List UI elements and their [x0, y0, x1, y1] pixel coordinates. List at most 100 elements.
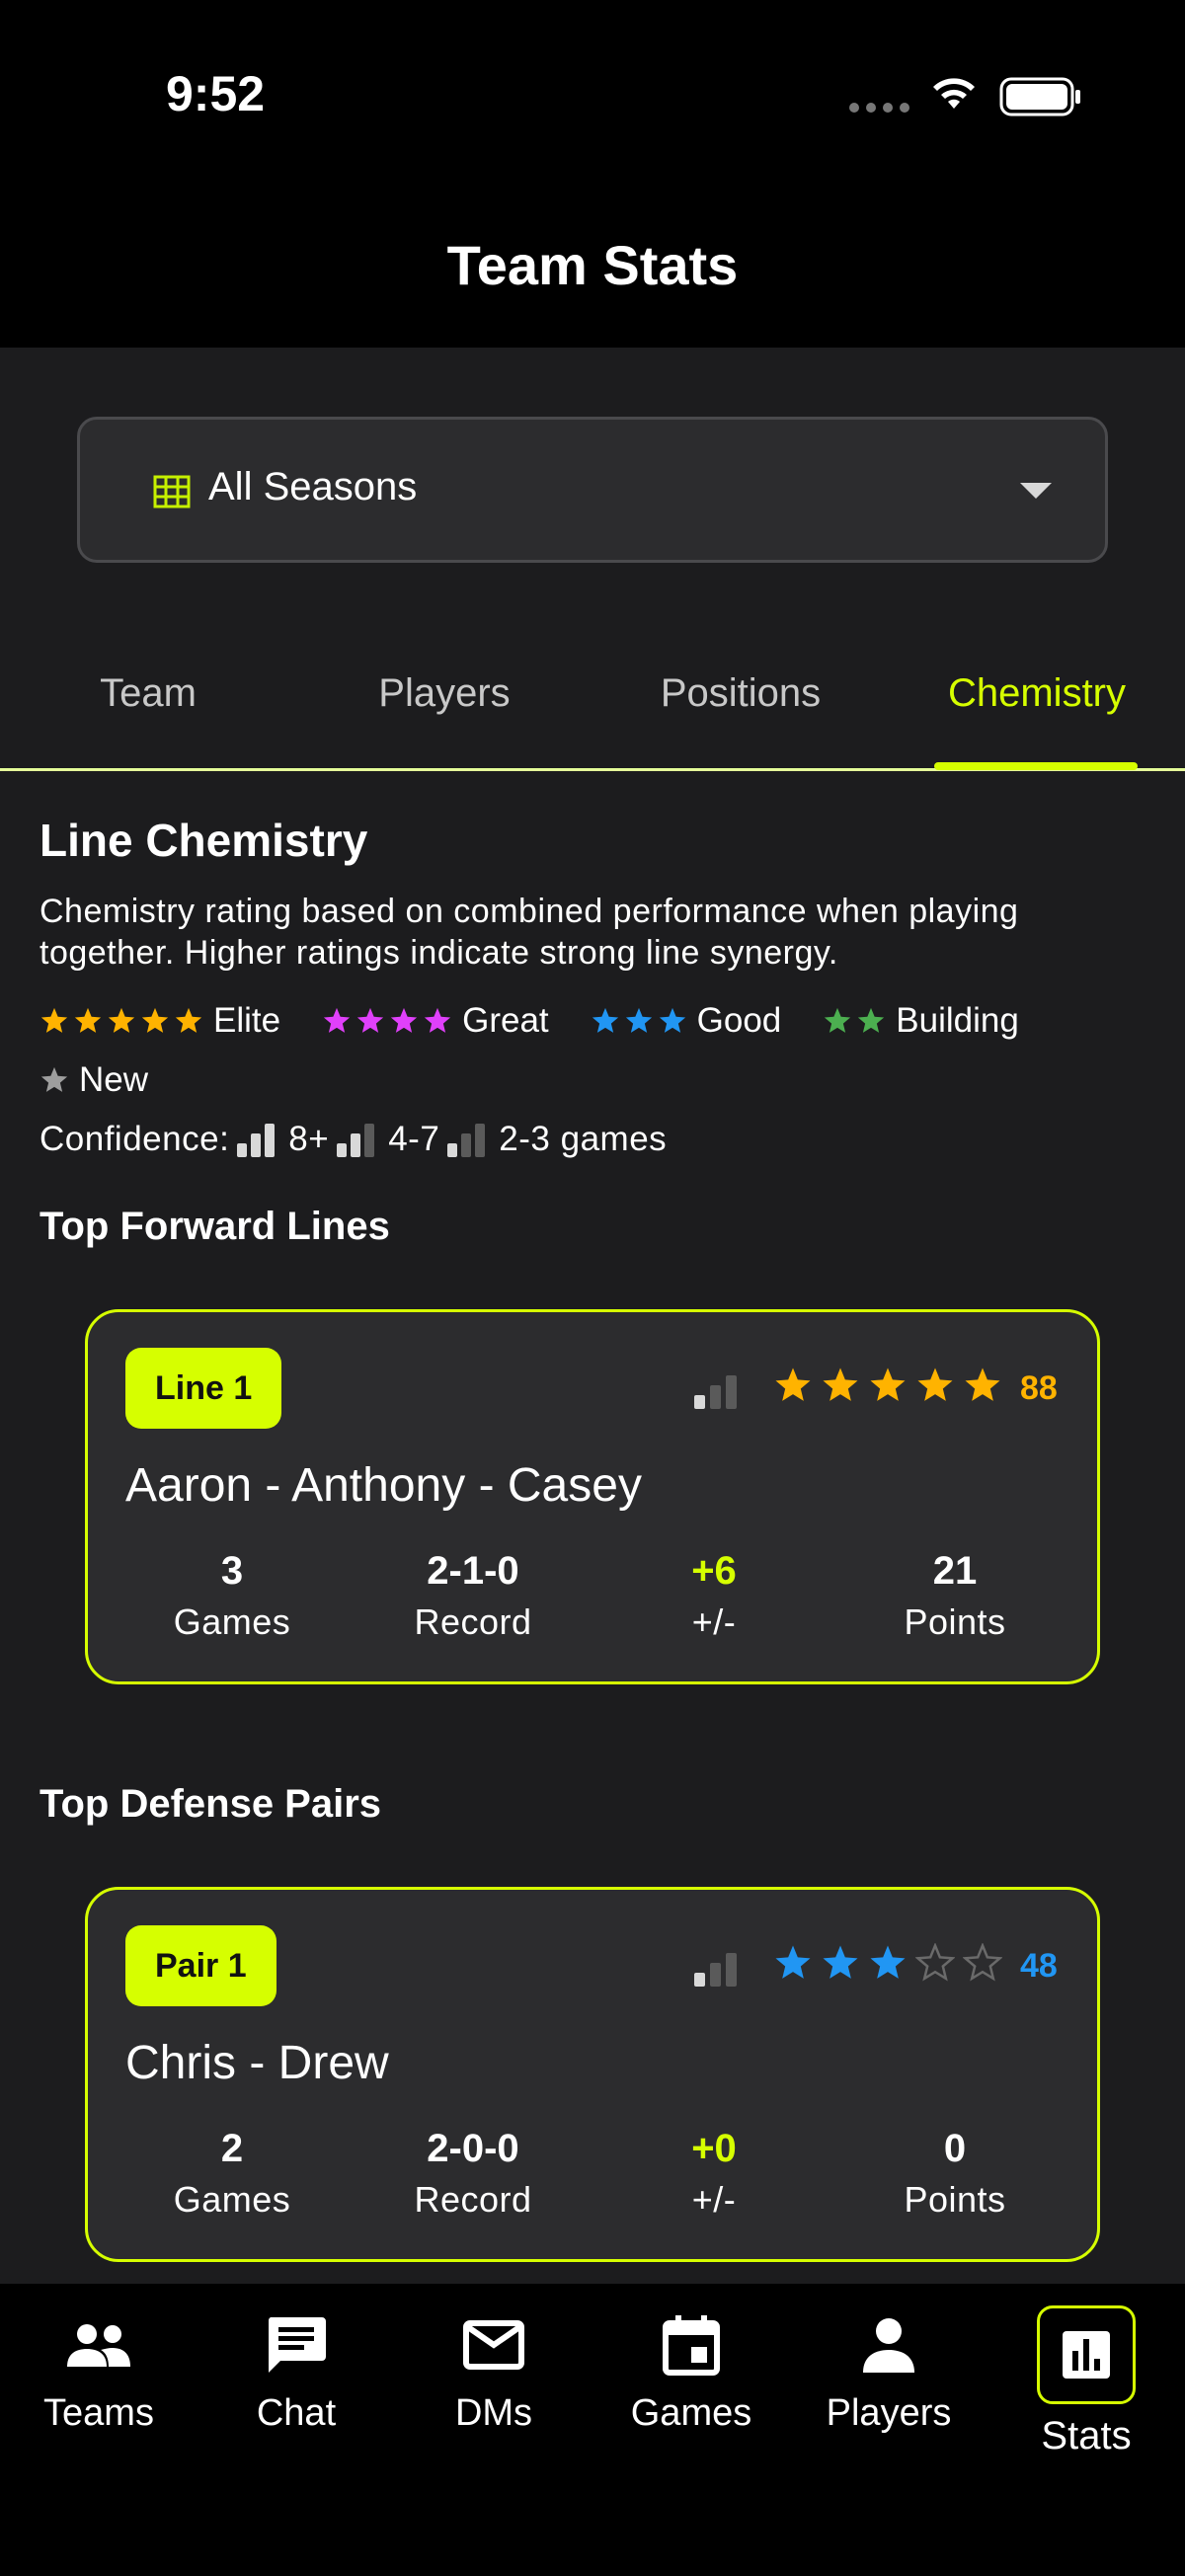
signal-bars-icon	[447, 1122, 489, 1157]
legend-new: New	[40, 1060, 148, 1100]
nav-label: Players	[826, 2392, 952, 2434]
nav-stats[interactable]: Stats	[988, 2305, 1185, 2459]
signal-bars-icon	[337, 1122, 378, 1157]
chemistry-rating: 48	[1020, 1947, 1058, 1985]
tab-players[interactable]: Players	[296, 671, 592, 716]
legend-label: Building	[896, 1001, 1019, 1040]
star-rating-icon	[40, 1065, 69, 1095]
wifi-icon	[933, 78, 975, 109]
legend-row: New	[40, 1060, 190, 1100]
tab-active-indicator	[934, 762, 1138, 770]
page-title: Team Stats	[446, 234, 739, 296]
line-badge: Line 1	[125, 1348, 282, 1429]
forward-lines-title: Top Forward Lines	[40, 1205, 390, 1248]
tab-chemistry[interactable]: Chemistry	[889, 671, 1185, 716]
nav-players[interactable]: Players	[790, 2305, 988, 2435]
defense-pairs-title: Top Defense Pairs	[40, 1782, 382, 1826]
stat-games: 2 Games	[123, 2127, 341, 2221]
confidence-level-label: 4-7	[388, 1120, 440, 1158]
calendar-icon	[592, 2305, 790, 2384]
signal-bars-icon	[237, 1122, 278, 1157]
legend-building: Building	[823, 1001, 1019, 1041]
stat-record: 2-0-0 Record	[364, 2127, 582, 2221]
chemistry-description: Chemistry rating based on combined perfo…	[40, 893, 1019, 972]
signal-bars-icon	[694, 1373, 740, 1409]
star-rating-icon	[773, 1943, 1002, 1983]
confidence-level-label: 8+	[288, 1120, 330, 1158]
table-grid-icon	[153, 475, 191, 508]
section-title: Line Chemistry	[40, 815, 368, 866]
people-icon	[0, 2305, 198, 2384]
bar-chart-icon	[1037, 2305, 1136, 2404]
stat-value: 0	[943, 2127, 967, 2170]
chevron-down-icon	[1020, 483, 1052, 499]
stat-value: 2-1-0	[427, 1549, 519, 1593]
line-card[interactable]: Line 1 88 Aaron - Anthony - Casey 3 Game…	[85, 1309, 1100, 1684]
stat-label: Record	[414, 1601, 532, 1642]
season-dropdown[interactable]: All Seasons	[77, 417, 1108, 563]
stat-value: 2	[220, 2127, 244, 2170]
nav-label: DMs	[454, 2392, 533, 2434]
stat-plus-minus: +0 +/-	[605, 2127, 823, 2221]
stat-value: 21	[932, 1549, 978, 1593]
stat-value: 2-0-0	[427, 2127, 519, 2170]
signal-dots-icon	[849, 103, 909, 113]
stat-label: Points	[904, 1601, 1006, 1642]
legend-good: Good	[591, 1001, 782, 1041]
legend-label: New	[79, 1060, 149, 1099]
legend-great: Great	[322, 1001, 549, 1041]
nav-label: Chat	[256, 2392, 337, 2434]
confidence-level-label: 2-3 games	[499, 1120, 668, 1158]
stat-label: Games	[173, 2179, 291, 2220]
legend-elite: Elite	[40, 1001, 280, 1041]
star-rating-icon	[773, 1366, 1002, 1405]
stat-label: +/-	[691, 1601, 737, 1642]
stat-games: 3 Games	[123, 1549, 341, 1643]
status-time: 9:52	[166, 66, 266, 121]
signal-bars-icon	[694, 1951, 740, 1987]
nav-label: Stats	[1041, 2414, 1132, 2458]
pair-player-names: Chris - Drew	[125, 2037, 389, 2089]
legend-row: Elite Great Good Building	[40, 1001, 1061, 1041]
bottom-nav: Teams Chat DMs Games Players Stats	[0, 2284, 1185, 2576]
stat-label: Points	[904, 2179, 1006, 2220]
stat-label: Record	[414, 2179, 532, 2220]
stat-points: 0 Points	[846, 2127, 1064, 2221]
stat-record: 2-1-0 Record	[364, 1549, 582, 1643]
stat-label: +/-	[691, 2179, 737, 2220]
pair-badge: Pair 1	[125, 1925, 276, 2006]
tab-positions[interactable]: Positions	[592, 671, 889, 716]
nav-dms[interactable]: DMs	[395, 2305, 592, 2435]
line-player-names: Aaron - Anthony - Casey	[125, 1459, 642, 1512]
legend-label: Good	[696, 1001, 782, 1040]
stat-points: 21 Points	[846, 1549, 1064, 1643]
star-rating-icon	[40, 1006, 203, 1036]
legend-label: Great	[462, 1001, 549, 1040]
person-icon	[790, 2305, 988, 2384]
tab-team[interactable]: Team	[0, 671, 296, 716]
nav-label: Teams	[43, 2392, 154, 2434]
nav-label: Games	[630, 2392, 752, 2434]
stat-label: Games	[173, 1601, 291, 1642]
nav-games[interactable]: Games	[592, 2305, 790, 2435]
star-rating-icon	[823, 1006, 886, 1036]
stat-value: +6	[691, 1549, 737, 1593]
star-rating-icon	[591, 1006, 687, 1036]
nav-chat[interactable]: Chat	[198, 2305, 395, 2435]
stat-plus-minus: +6 +/-	[605, 1549, 823, 1643]
stat-value: 3	[220, 1549, 244, 1593]
confidence-legend: Confidence: 8+ 4-7 2-3 games	[40, 1120, 667, 1159]
legend-label: Elite	[213, 1001, 281, 1040]
nav-teams[interactable]: Teams	[0, 2305, 198, 2435]
season-dropdown-value: All Seasons	[208, 465, 418, 508]
status-bar: 9:52	[0, 0, 1185, 197]
battery-icon	[999, 77, 1080, 117]
stat-value: +0	[691, 2127, 737, 2170]
pair-card[interactable]: Pair 1 48 Chris - Drew 2 Games 2-0-0 Rec…	[85, 1887, 1100, 2262]
chat-icon	[198, 2305, 395, 2384]
chemistry-rating: 88	[1020, 1369, 1058, 1407]
header: Team Stats	[0, 197, 1185, 348]
confidence-label: Confidence:	[40, 1120, 230, 1158]
star-rating-icon	[322, 1006, 452, 1036]
mail-icon	[395, 2305, 592, 2384]
